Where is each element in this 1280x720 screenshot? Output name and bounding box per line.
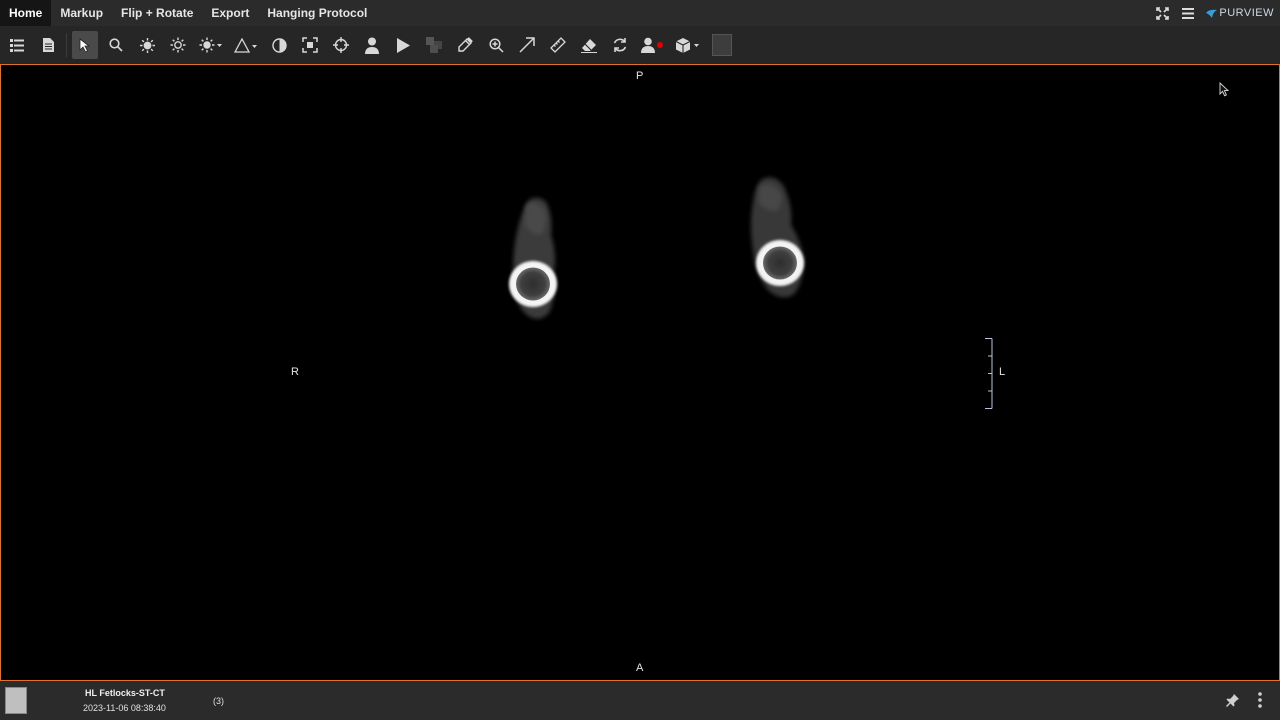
orientation-left-label: R [291, 366, 299, 378]
contrast-icon[interactable] [266, 31, 292, 59]
mouse-cursor-icon [1219, 82, 1229, 97]
tab-hanging-protocol[interactable]: Hanging Protocol [258, 0, 376, 26]
tab-flip-rotate[interactable]: Flip + Rotate [112, 0, 202, 26]
brightness-icon[interactable] [134, 31, 160, 59]
purview-logo-icon [1206, 9, 1218, 18]
pin-icon[interactable] [1226, 693, 1240, 707]
brand-logo: PURVIEW [1206, 7, 1274, 19]
fullscreen-icon[interactable] [1154, 5, 1170, 21]
shape-dropdown-icon[interactable] [231, 31, 261, 59]
ruler-icon[interactable] [545, 31, 571, 59]
color-swatch[interactable] [712, 34, 732, 56]
toolbar [0, 26, 1280, 64]
toolbar-separator [66, 33, 67, 57]
document-icon[interactable] [35, 31, 61, 59]
refresh-icon[interactable] [607, 31, 633, 59]
pointer-icon[interactable] [72, 31, 98, 59]
left-limb-cross-section [509, 197, 557, 319]
brand-name: PURVIEW [1219, 7, 1274, 19]
brightness-auto-icon[interactable] [165, 31, 191, 59]
cube-dropdown-icon[interactable] [673, 31, 703, 59]
orientation-top-label: P [636, 70, 644, 82]
menu-right-group: PURVIEW [1154, 0, 1274, 26]
series-image-count: (3) [213, 696, 224, 706]
annotation-user-icon[interactable] [638, 31, 668, 59]
fit-icon[interactable] [297, 31, 323, 59]
zoom-in-icon[interactable] [483, 31, 509, 59]
orientation-right-label: L [999, 366, 1006, 378]
series-date: 2023-11-06 08:38:40 [83, 703, 166, 713]
crosshair-icon[interactable] [328, 31, 354, 59]
series-name: HL Fetlocks-ST-CT [85, 688, 165, 698]
more-options-icon[interactable] [1254, 691, 1266, 709]
scale-bar [985, 338, 993, 409]
tab-home[interactable]: Home [0, 0, 52, 26]
arrow-icon[interactable] [514, 31, 540, 59]
ct-slice-image [509, 177, 804, 319]
play-icon[interactable] [390, 31, 416, 59]
person-icon[interactable] [359, 31, 385, 59]
hamburger-menu-icon[interactable] [1180, 5, 1196, 21]
right-limb-cross-section [751, 177, 804, 298]
list-icon[interactable] [4, 31, 30, 59]
brightness-dropdown-icon[interactable] [196, 31, 226, 59]
layers-icon[interactable] [421, 31, 447, 59]
menu-bar: Home Markup Flip + Rotate Export Hanging… [0, 0, 1280, 26]
series-thumbnail[interactable] [5, 687, 27, 714]
eyedropper-icon[interactable] [452, 31, 478, 59]
tab-markup[interactable]: Markup [51, 0, 112, 26]
orientation-bottom-label: A [636, 662, 644, 674]
image-viewport[interactable]: P A R L [0, 64, 1280, 681]
status-bar: HL Fetlocks-ST-CT 2023-11-06 08:38:40 (3… [0, 681, 1280, 720]
eraser-icon[interactable] [576, 31, 602, 59]
magnify-icon[interactable] [103, 31, 129, 59]
tab-export[interactable]: Export [202, 0, 258, 26]
